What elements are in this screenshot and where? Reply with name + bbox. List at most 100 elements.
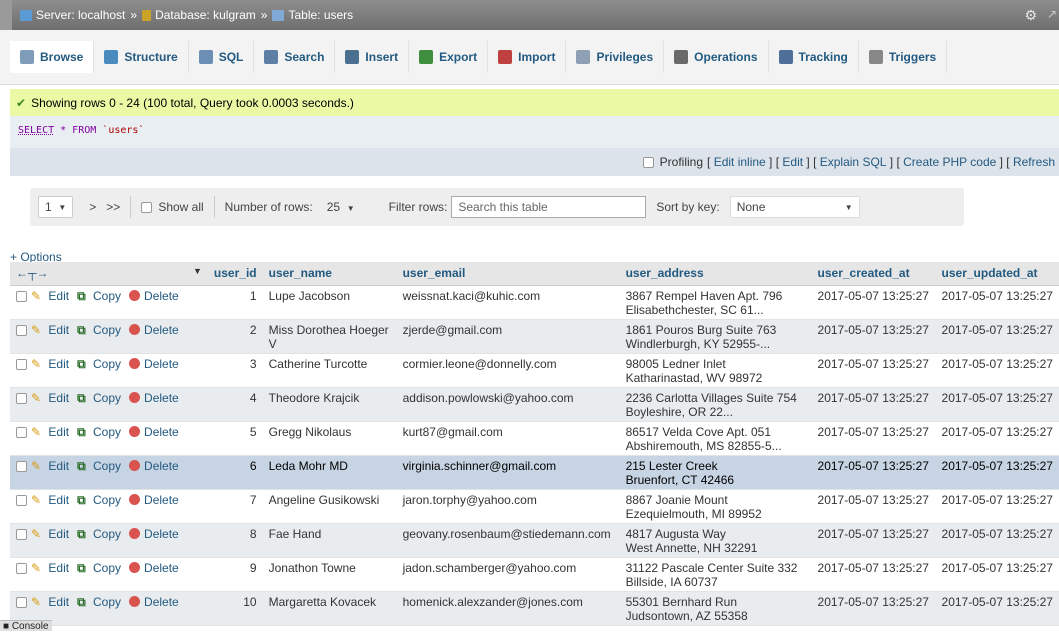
copy-action[interactable]: ⧉ Copy <box>77 561 125 575</box>
cell-user-name[interactable]: Miss Dorothea Hoeger V <box>262 319 397 354</box>
cell-user-updated-at[interactable]: 2017-05-07 13:25:27 <box>935 591 1059 626</box>
delete-action[interactable]: Delete <box>129 459 183 473</box>
cell-user-email[interactable]: weissnat.kaci@kuhic.com <box>396 285 620 320</box>
copy-action[interactable]: ⧉ Copy <box>77 289 125 303</box>
cell-user-address[interactable]: 98005 Ledner Inlet Katharinastad, WV 9897… <box>619 353 812 388</box>
breadcrumb-table[interactable]: Table: users <box>288 8 353 22</box>
copy-action[interactable]: ⧉ Copy <box>77 527 125 541</box>
cell-user-address[interactable]: 1861 Pouros Burg Suite 763 Windlerburgh, … <box>619 319 812 354</box>
cell-user-address[interactable]: 215 Lester Creek Bruenfort, CT 42466 <box>619 455 812 490</box>
table-row[interactable]: ✎ Edit ⧉ Copy Delete 6 Leda Mohr MD virginia.… <box>10 455 1059 490</box>
delete-action[interactable]: Delete <box>129 493 183 507</box>
cell-user-created-at[interactable]: 2017-05-07 13:25:27 <box>811 455 936 490</box>
cell-user-created-at[interactable]: 2017-05-07 13:25:27 <box>811 557 936 592</box>
table-row[interactable]: ✎ Edit ⧉ Copy Delete 8 Fae Hand geovany.rosen… <box>10 523 1059 558</box>
cell-user-created-at[interactable]: 2017-05-07 13:25:27 <box>811 353 936 388</box>
rows-select[interactable]: 25 ▼ <box>327 200 355 214</box>
gear-icon[interactable]: ⚙ <box>1024 7 1037 24</box>
column-user-updated-at[interactable]: user_updated_at <box>935 262 1059 286</box>
cell-user-id[interactable]: 3 <box>207 353 263 388</box>
cell-user-address[interactable]: 3867 Rempel Haven Apt. 796 Elisabethchest… <box>619 285 812 320</box>
refresh-link[interactable]: Refresh <box>1013 155 1055 169</box>
cell-user-updated-at[interactable]: 2017-05-07 13:25:27 <box>935 353 1059 388</box>
copy-action[interactable]: ⧉ Copy <box>77 459 125 473</box>
column-resize-header[interactable]: ←┬→ ▼ <box>10 262 208 286</box>
arrows-icon[interactable]: ←┬→ <box>16 266 49 280</box>
column-user-email[interactable]: user_email <box>396 262 620 286</box>
cell-user-address[interactable]: 4817 Augusta Way West Annette, NH 32291 <box>619 523 812 558</box>
cell-user-email[interactable]: cormier.leone@donnelly.com <box>396 353 620 388</box>
filter-input[interactable]: Search this table <box>451 196 647 218</box>
sql-query-box[interactable]: SELECT * FROM `users` <box>10 116 1059 148</box>
cell-user-id[interactable]: 9 <box>207 557 263 592</box>
table-row[interactable]: ✎ Edit ⧉ Copy Delete 10 Margaretta Kovacek ho… <box>10 591 1059 626</box>
edit-action[interactable]: ✎ Edit <box>31 561 73 575</box>
delete-action[interactable]: Delete <box>129 289 183 303</box>
cell-user-address[interactable]: 8867 Joanie Mount Ezequielmouth, MI 89952 <box>619 489 812 524</box>
cell-user-name[interactable]: Margaretta Kovacek <box>262 591 397 626</box>
table-row[interactable]: ✎ Edit ⧉ Copy Delete 7 Angeline Gusikowski ja… <box>10 489 1059 524</box>
delete-action[interactable]: Delete <box>129 391 183 405</box>
copy-action[interactable]: ⧉ Copy <box>77 425 125 439</box>
table-row[interactable]: ✎ Edit ⧉ Copy Delete 9 Jonathon Towne jadon.s… <box>10 557 1059 592</box>
delete-action[interactable]: Delete <box>129 595 183 609</box>
last-page-button[interactable]: >> <box>106 200 120 214</box>
cell-user-updated-at[interactable]: 2017-05-07 13:25:27 <box>935 285 1059 320</box>
edit-action[interactable]: ✎ Edit <box>31 323 73 337</box>
delete-action[interactable]: Delete <box>129 527 183 541</box>
edit-action[interactable]: ✎ Edit <box>31 459 73 473</box>
cell-user-id[interactable]: 2 <box>207 319 263 354</box>
create-php-code-link[interactable]: Create PHP code <box>903 155 996 169</box>
sql-keyword[interactable]: SELECT <box>18 125 54 136</box>
cell-user-updated-at[interactable]: 2017-05-07 13:25:27 <box>935 387 1059 422</box>
row-checkbox[interactable] <box>16 392 27 404</box>
edit-action[interactable]: ✎ Edit <box>31 425 73 439</box>
breadcrumb-database[interactable]: Database: kulgram <box>155 8 256 22</box>
table-row[interactable]: ✎ Edit ⧉ Copy Delete 5 Gregg Nikolaus kurt87@… <box>10 421 1059 456</box>
edit-inline-link[interactable]: Edit inline <box>714 155 766 169</box>
tab-search[interactable]: Search <box>254 41 336 73</box>
delete-action[interactable]: Delete <box>129 357 183 371</box>
tab-operations[interactable]: Operations <box>664 41 769 73</box>
row-checkbox[interactable] <box>16 426 27 438</box>
cell-user-id[interactable]: 10 <box>207 591 263 626</box>
delete-action[interactable]: Delete <box>129 561 183 575</box>
edit-action[interactable]: ✎ Edit <box>31 493 73 507</box>
table-row[interactable]: ✎ Edit ⧉ Copy Delete 2 Miss Dorothea Hoeger V… <box>10 319 1059 354</box>
column-user-id[interactable]: user_id <box>207 262 263 286</box>
tab-triggers[interactable]: Triggers <box>859 41 948 73</box>
cell-user-id[interactable]: 5 <box>207 421 263 456</box>
next-page-button[interactable]: > <box>89 200 96 214</box>
cell-user-created-at[interactable]: 2017-05-07 13:25:27 <box>811 489 936 524</box>
edit-action[interactable]: ✎ Edit <box>31 289 73 303</box>
cell-user-email[interactable]: virginia.schinner@gmail.com <box>396 455 620 490</box>
cell-user-created-at[interactable]: 2017-05-07 13:25:27 <box>811 387 936 422</box>
cell-user-address[interactable]: 55301 Bernhard Run Judsontown, AZ 55358 <box>619 591 812 626</box>
edit-action[interactable]: ✎ Edit <box>31 391 73 405</box>
cell-user-name[interactable]: Lupe Jacobson <box>262 285 397 320</box>
cell-user-updated-at[interactable]: 2017-05-07 13:25:27 <box>935 319 1059 354</box>
console-toggle[interactable]: ■ Console <box>0 620 52 632</box>
cell-user-id[interactable]: 6 <box>207 455 263 490</box>
row-checkbox[interactable] <box>16 324 27 336</box>
column-user-name[interactable]: user_name <box>262 262 397 286</box>
cell-user-id[interactable]: 4 <box>207 387 263 422</box>
cell-user-name[interactable]: Theodore Krajcik <box>262 387 397 422</box>
cell-user-email[interactable]: geovany.rosenbaum@stiedemann.com <box>396 523 620 558</box>
cell-user-name[interactable]: Catherine Turcotte <box>262 353 397 388</box>
profiling-checkbox[interactable] <box>642 156 654 168</box>
row-checkbox[interactable] <box>16 562 27 574</box>
cell-user-id[interactable]: 1 <box>207 285 263 320</box>
cell-user-name[interactable]: Gregg Nikolaus <box>262 421 397 456</box>
delete-action[interactable]: Delete <box>129 425 183 439</box>
cell-user-created-at[interactable]: 2017-05-07 13:25:27 <box>811 523 936 558</box>
tab-sql[interactable]: SQL <box>189 41 255 73</box>
cell-user-email[interactable]: zjerde@gmail.com <box>396 319 620 354</box>
cell-user-updated-at[interactable]: 2017-05-07 13:25:27 <box>935 421 1059 456</box>
delete-action[interactable]: Delete <box>129 323 183 337</box>
explain-sql-link[interactable]: Explain SQL <box>820 155 887 169</box>
cell-user-updated-at[interactable]: 2017-05-07 13:25:27 <box>935 489 1059 524</box>
edit-link[interactable]: Edit <box>782 155 803 169</box>
cell-user-updated-at[interactable]: 2017-05-07 13:25:27 <box>935 557 1059 592</box>
cell-user-name[interactable]: Fae Hand <box>262 523 397 558</box>
